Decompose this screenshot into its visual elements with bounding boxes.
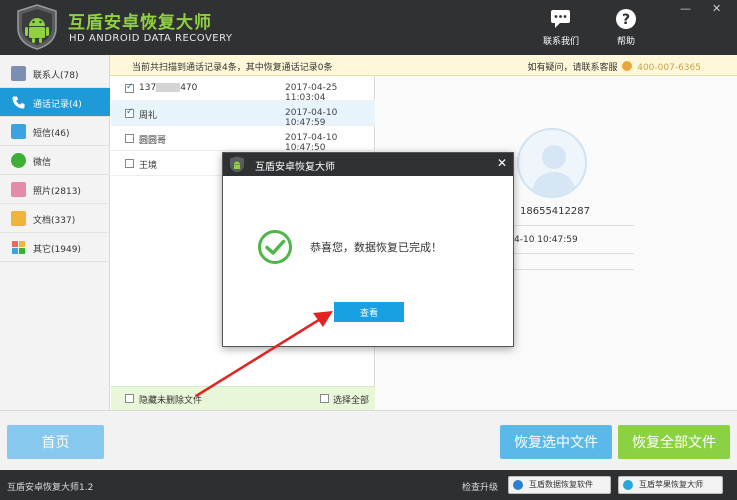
sidebar-item-other[interactable]: 其它(1949)	[0, 233, 110, 262]
divider	[514, 253, 634, 254]
row-time: 2017-04-10 10:47:59	[285, 108, 338, 128]
contacts-icon	[11, 66, 26, 81]
sidebar-item-sms[interactable]: 短信(46)	[0, 117, 110, 146]
contact-avatar	[517, 128, 587, 198]
sms-icon	[11, 124, 26, 139]
call-time: 4-10 10:47:59	[514, 235, 578, 245]
scan-summary: 当前共扫描到通话记录4条，其中恢复通话记录0条	[132, 63, 333, 73]
dialog-message: 恭喜您，数据恢复已完成！	[310, 241, 442, 254]
row-name: 王境	[139, 161, 158, 171]
android-shield-logo-icon	[17, 4, 57, 50]
hide-undeleted-checkbox[interactable]	[125, 394, 134, 403]
dialog-title: 互盾安卓恢复大师	[255, 162, 335, 173]
row-name: 圆圆哥	[139, 136, 167, 146]
app-subtitle: HD ANDROID DATA RECOVERY	[69, 33, 233, 44]
recover-selected-button[interactable]: 恢复选中文件	[500, 425, 612, 459]
person-icon	[531, 145, 577, 196]
contact-phone: 18655412287	[520, 206, 590, 217]
document-icon	[11, 211, 26, 226]
support-avatar-icon	[622, 61, 633, 71]
recover-all-button[interactable]: 恢复全部文件	[618, 425, 730, 459]
table-row[interactable]: 圆圆哥 2017-04-10 10:47:50	[111, 126, 375, 153]
sidebar-item-photos[interactable]: 照片(2813)	[0, 175, 110, 204]
support-prefix: 如有疑问，请联系客服	[527, 63, 618, 73]
app-title: 互盾安卓恢复大师	[68, 13, 212, 33]
sidebar-item-label: 其它(1949)	[33, 245, 81, 255]
recovery-complete-dialog: 互盾安卓恢复大师 ✕ 恭喜您，数据恢复已完成！ 查看	[222, 152, 514, 347]
sidebar: 联系人(78) 通话记录(4) 短信(46) 微信 照片(2813) 文档(33…	[0, 55, 110, 410]
action-bar: 首页 恢复选中文件 恢复全部文件	[0, 410, 737, 470]
table-row[interactable]: 137 470 2017-04-25 11:03:04	[111, 76, 375, 103]
hide-undeleted-label[interactable]: 隐藏未删除文件	[139, 393, 202, 406]
shield-icon	[623, 480, 633, 490]
help-icon: ?	[616, 9, 636, 29]
row-checkbox[interactable]	[125, 107, 134, 118]
row-time: 2017-04-25 11:03:04	[285, 83, 338, 103]
minimize-button[interactable]: —	[680, 2, 691, 15]
photo-icon	[11, 182, 26, 197]
redacted-block	[156, 83, 181, 92]
row-checkbox[interactable]	[125, 82, 134, 93]
sidebar-item-label: 照片(2813)	[33, 187, 81, 197]
promo-label: 互盾苹果恢复大师	[639, 480, 703, 489]
svg-text:?: ?	[622, 12, 630, 28]
sidebar-item-call-log[interactable]: 通话记录(4)	[0, 88, 110, 117]
sidebar-item-label: 通话记录(4)	[33, 100, 82, 110]
row-time: 2017-04-10 10:47:50	[285, 133, 338, 153]
promo-label: 互盾数据恢复软件	[529, 480, 593, 489]
divider	[514, 225, 634, 226]
close-window-button[interactable]: ✕	[712, 2, 721, 15]
wechat-icon	[11, 153, 26, 168]
row-checkbox[interactable]	[125, 159, 134, 168]
info-strip: 当前共扫描到通话记录4条，其中恢复通话记录0条 如有疑问，请联系客服 400-0…	[110, 55, 737, 76]
home-button[interactable]: 首页	[7, 425, 104, 459]
view-button[interactable]: 查看	[334, 302, 404, 322]
select-all-checkbox[interactable]	[320, 394, 329, 403]
row-name-prefix: 137	[139, 83, 157, 93]
other-icon	[12, 241, 25, 254]
android-shield-logo-icon	[230, 156, 244, 173]
promo-apple-recovery-button[interactable]: 互盾苹果恢复大师	[618, 476, 723, 494]
chat-icon	[551, 10, 570, 28]
check-upgrade-link[interactable]: 检查升级	[462, 480, 498, 493]
sidebar-item-label: 微信	[33, 158, 52, 168]
sidebar-item-contacts[interactable]: 联系人(78)	[0, 59, 110, 88]
promo-data-recovery-button[interactable]: 互盾数据恢复软件	[508, 476, 611, 494]
success-check-icon	[258, 230, 292, 264]
close-icon[interactable]: ✕	[497, 156, 507, 170]
sidebar-item-label: 短信(46)	[33, 129, 70, 139]
select-all-label[interactable]: 选择全部	[333, 393, 369, 406]
support-info: 如有疑问，请联系客服 400-007-6365	[527, 60, 701, 73]
sidebar-item-label: 文档(337)	[33, 216, 76, 226]
sidebar-item-documents[interactable]: 文档(337)	[0, 204, 110, 233]
contact-us-button[interactable]: 联系我们	[536, 8, 586, 47]
title-bar: 互盾安卓恢复大师 HD ANDROID DATA RECOVERY 联系我们 ?…	[0, 0, 737, 55]
call-log-icon	[12, 96, 25, 109]
row-name: 137 470	[139, 83, 197, 93]
row-name-suffix: 470	[180, 83, 198, 93]
divider	[514, 269, 634, 270]
version-label: 互盾安卓恢复大师1.2	[7, 483, 94, 493]
help-label: 帮助	[616, 37, 635, 47]
sidebar-item-wechat[interactable]: 微信	[0, 146, 110, 175]
status-bar: 互盾安卓恢复大师1.2 检查升级 互盾数据恢复软件 互盾苹果恢复大师	[0, 470, 737, 500]
row-checkbox[interactable]	[125, 134, 134, 143]
dialog-header: 互盾安卓恢复大师 ✕	[223, 153, 513, 176]
help-button[interactable]: ? 帮助	[601, 8, 651, 47]
list-footer: 隐藏未删除文件 选择全部	[111, 386, 375, 410]
support-phone: 400-007-6365	[637, 63, 701, 73]
table-row[interactable]: 周礼 2017-04-10 10:47:59	[111, 101, 375, 128]
sidebar-item-label: 联系人(78)	[33, 71, 79, 81]
row-name: 周礼	[139, 111, 158, 121]
shield-icon	[513, 480, 523, 490]
contact-us-label: 联系我们	[542, 37, 579, 47]
